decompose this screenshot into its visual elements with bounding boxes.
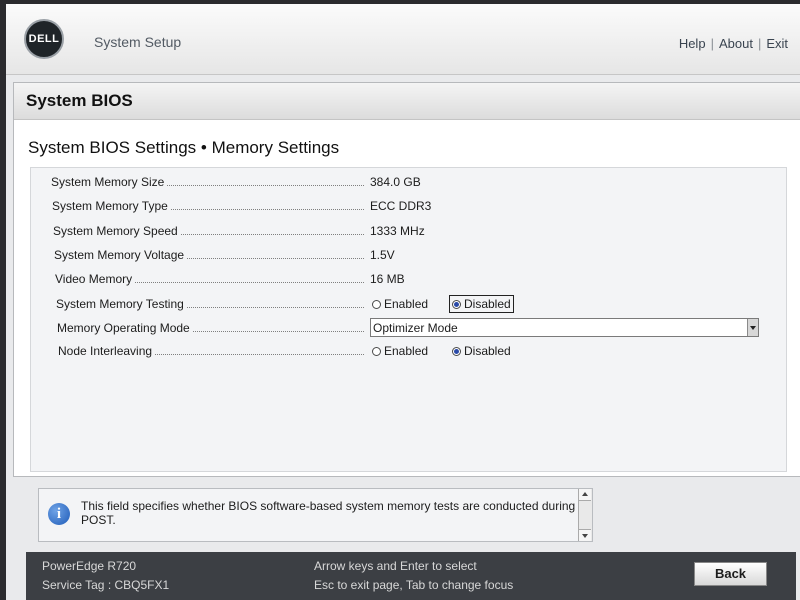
node-interleaving-enabled-radio[interactable]: Enabled (372, 344, 428, 358)
help-text: This field specifies whether BIOS softwa… (81, 499, 576, 527)
service-tag: Service Tag : CBQ5FX1 (42, 578, 170, 592)
radio-unselected-icon (372, 300, 381, 309)
setting-label: Memory Operating Mode (57, 321, 192, 335)
setting-row-system-memory-testing: System Memory Testing Enabled Disabled (31, 295, 786, 317)
setting-label: System Memory Voltage (54, 248, 187, 262)
help-panel: i This field specifies whether BIOS soft… (38, 488, 593, 542)
setting-row-system-memory-type: System Memory Type ECC DDR3 (31, 197, 786, 219)
setting-row-system-memory-size: System Memory Size 384.0 GB (31, 173, 786, 195)
setting-value: 1333 MHz (370, 224, 425, 238)
setting-label: System Memory Size (51, 175, 167, 189)
help-link[interactable]: Help (679, 36, 706, 51)
setting-label: Video Memory (55, 272, 135, 286)
radio-unselected-icon (372, 347, 381, 356)
setting-row-node-interleaving: Node Interleaving Enabled Disabled (31, 342, 786, 364)
back-button[interactable]: Back (694, 562, 767, 586)
radio-label: Disabled (464, 344, 511, 358)
main-panel: System BIOS System BIOS Settings • Memor… (13, 82, 800, 477)
scroll-down-icon[interactable] (579, 529, 591, 541)
radio-selected-icon (452, 347, 461, 356)
panel-title: System BIOS (26, 91, 133, 110)
radio-label: Disabled (464, 297, 511, 311)
setting-value: 1.5V (370, 248, 395, 262)
memory-testing-disabled-radio[interactable]: Disabled (449, 295, 514, 313)
dell-logo-text: DELL (28, 33, 60, 45)
settings-list: System Memory Size 384.0 GB System Memor… (30, 167, 787, 472)
select-value: Optimizer Mode (373, 321, 458, 335)
setting-row-system-memory-speed: System Memory Speed 1333 MHz (31, 222, 786, 244)
link-separator: | (710, 36, 714, 51)
link-separator: | (757, 36, 762, 51)
node-interleaving-disabled-radio[interactable]: Disabled (452, 344, 511, 358)
setting-row-memory-operating-mode: Memory Operating Mode Optimizer Mode (31, 318, 786, 341)
escape-hint: Esc to exit page, Tab to change focus (314, 578, 514, 592)
scroll-up-icon[interactable] (579, 489, 591, 501)
dell-logo: DELL (24, 19, 64, 59)
header-links: Help | About | Exit (679, 36, 788, 51)
setting-label: Node Interleaving (58, 344, 155, 358)
footer-bar: PowerEdge R720 Service Tag : CBQ5FX1 Arr… (26, 552, 796, 600)
exit-link[interactable]: Exit (766, 36, 788, 51)
section-title: System BIOS Settings • Memory Settings (28, 138, 340, 157)
radio-label: Enabled (384, 297, 429, 311)
setting-label: System Memory Type (52, 199, 170, 213)
setting-row-system-memory-voltage: System Memory Voltage 1.5V (31, 246, 786, 268)
memory-testing-enabled-radio[interactable]: Enabled (372, 297, 428, 311)
about-link[interactable]: About (719, 36, 753, 51)
setting-label: System Memory Speed (53, 224, 180, 238)
setting-value: 16 MB (370, 272, 405, 286)
radio-label: Enabled (384, 344, 429, 358)
navigation-hint: Arrow keys and Enter to select (314, 559, 477, 573)
setting-label: System Memory Testing (56, 297, 186, 311)
setting-value: ECC DDR3 (370, 199, 432, 213)
chevron-down-icon[interactable] (747, 319, 758, 336)
panel-title-bar: System BIOS (14, 83, 800, 120)
setting-row-video-memory: Video Memory 16 MB (31, 270, 786, 292)
radio-selected-icon (452, 300, 461, 309)
header-bar: DELL System Setup Help | About | Exit (6, 4, 800, 75)
system-model: PowerEdge R720 (42, 559, 137, 573)
app-title: System Setup (94, 34, 182, 50)
info-icon: i (48, 503, 70, 525)
setting-value: 384.0 GB (370, 175, 421, 189)
bios-screen: DELL System Setup Help | About | Exit System… (6, 4, 800, 600)
help-scrollbar[interactable] (578, 489, 592, 541)
memory-operating-mode-select[interactable]: Optimizer Mode (370, 318, 759, 337)
